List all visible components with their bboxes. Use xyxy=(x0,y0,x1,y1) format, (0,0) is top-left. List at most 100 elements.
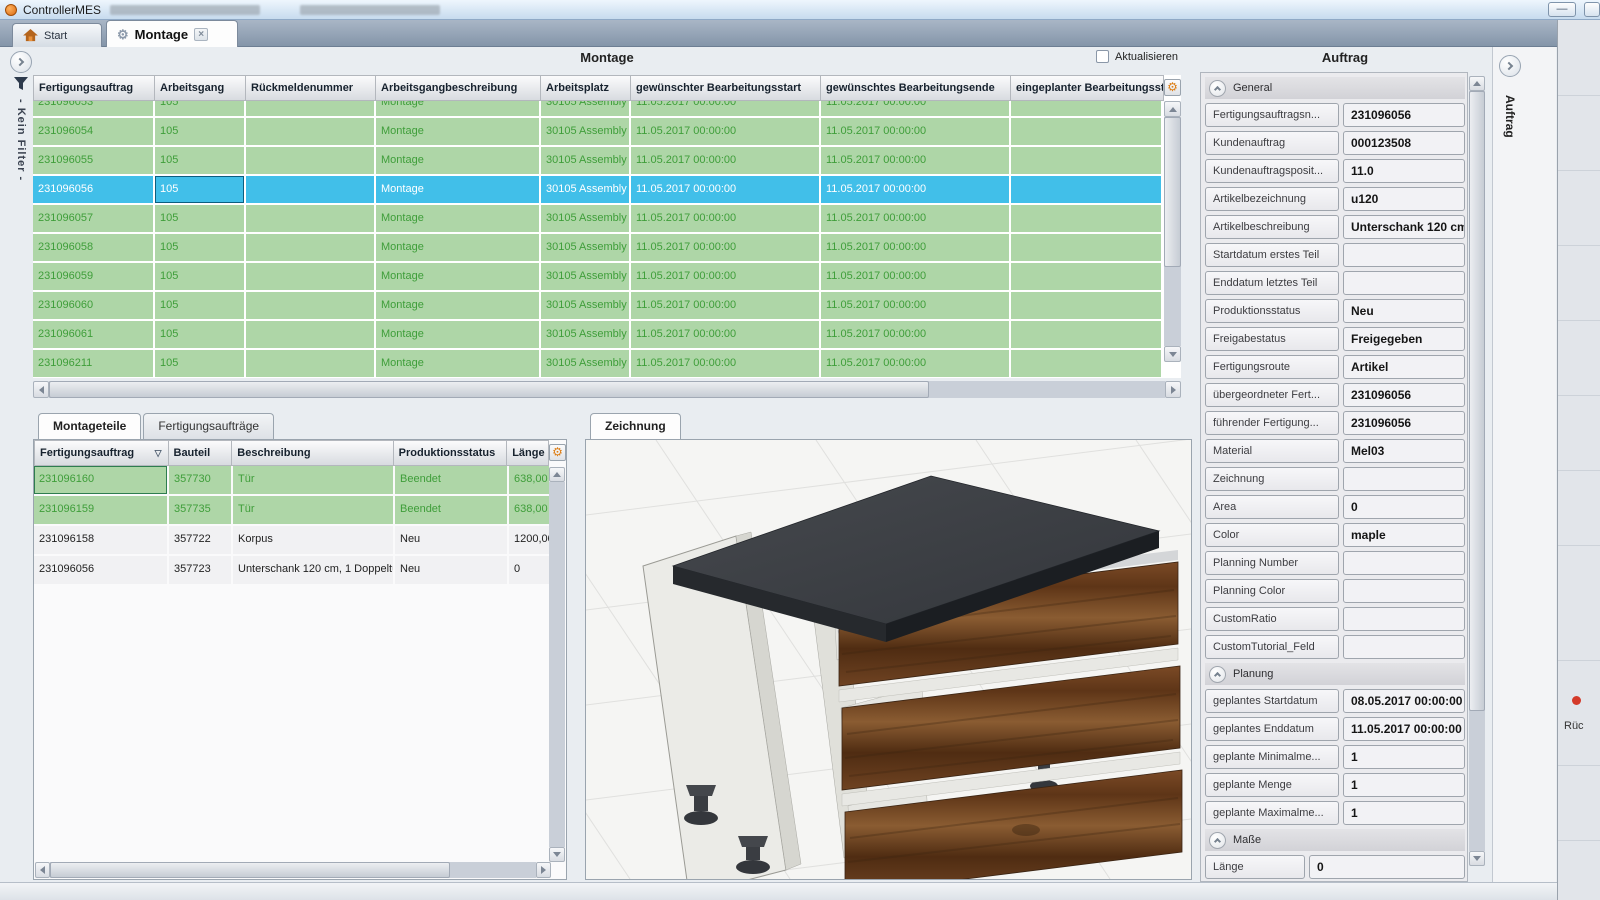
cell-fertigungsauftrag[interactable]: 231096211 xyxy=(33,350,153,377)
cell-beschreibung[interactable]: Montage xyxy=(376,118,539,145)
field-value[interactable]: 1 xyxy=(1343,745,1465,769)
cabinet-3d-drawing[interactable] xyxy=(586,440,1191,879)
cell-produktionsstatus[interactable]: Beendet xyxy=(395,466,507,494)
cell-arbeitsgang[interactable]: 105 xyxy=(155,118,244,145)
column-settings-gear-icon[interactable]: ⚙ xyxy=(1164,79,1181,96)
cell-beschreibung[interactable]: Montage xyxy=(376,101,539,116)
field-value[interactable]: 0 xyxy=(1309,855,1465,879)
field-value[interactable]: Artikel xyxy=(1343,355,1465,379)
cell-laenge[interactable]: 0 xyxy=(509,556,549,584)
table-row[interactable]: 231096056 105 Montage 30105 Assembly 11.… xyxy=(33,176,1181,203)
column-header[interactable]: Arbeitsplatz xyxy=(541,75,631,101)
filter-icon[interactable] xyxy=(13,76,29,91)
column-header[interactable]: Fertigungsauftrag xyxy=(33,75,155,101)
table-row[interactable]: 231096211 105 Montage 30105 Assembly 11.… xyxy=(33,350,1181,377)
cell-produktionsstatus[interactable]: Neu xyxy=(395,526,507,554)
field-value[interactable]: Freigegeben xyxy=(1343,327,1465,351)
cell-start[interactable]: 11.05.2017 00:00:00 xyxy=(631,263,819,290)
column-header[interactable]: Rückmeldenummer xyxy=(246,75,376,101)
cell-beschreibung[interactable]: Montage xyxy=(376,321,539,348)
table-row[interactable]: 231096160 357730 Tür Beendet 638,00 xyxy=(34,466,566,494)
cell-eingeplant[interactable] xyxy=(1011,350,1161,377)
field-value[interactable] xyxy=(1343,579,1465,603)
cell-eingeplant[interactable] xyxy=(1011,118,1161,145)
column-settings-gear-icon[interactable]: ⚙ xyxy=(549,444,566,461)
cell-rueckmeldenummer[interactable] xyxy=(246,147,374,174)
cell-bauteil[interactable]: 357722 xyxy=(169,526,231,554)
field-value[interactable]: maple xyxy=(1343,523,1465,547)
collapse-panel-button[interactable] xyxy=(10,51,32,73)
minimize-button[interactable]: — xyxy=(1548,2,1576,17)
cell-arbeitsplatz[interactable]: 30105 Assembly xyxy=(541,234,629,261)
cell-fertigungsauftrag[interactable]: 231096059 xyxy=(33,263,153,290)
cell-arbeitsplatz[interactable]: 30105 Assembly xyxy=(541,205,629,232)
scroll-up-button[interactable] xyxy=(1469,76,1485,91)
cell-beschreibung[interactable]: Montage xyxy=(376,234,539,261)
cell-laenge[interactable]: 638,00 xyxy=(509,466,549,494)
montage-horizontal-scrollbar[interactable] xyxy=(33,381,1181,398)
cell-eingeplant[interactable] xyxy=(1011,147,1161,174)
cell-rueckmeldenummer[interactable] xyxy=(246,176,374,203)
cell-rueckmeldenummer[interactable] xyxy=(246,205,374,232)
scroll-thumb[interactable] xyxy=(1164,117,1181,267)
cell-arbeitsgang[interactable]: 105 xyxy=(155,147,244,174)
field-value[interactable] xyxy=(1343,551,1465,575)
scroll-thumb[interactable] xyxy=(1469,91,1485,711)
cell-rueckmeldenummer[interactable] xyxy=(246,321,374,348)
tab-start[interactable]: Start xyxy=(12,23,102,47)
cell-arbeitsplatz[interactable]: 30105 Assembly xyxy=(541,118,629,145)
scroll-thumb[interactable] xyxy=(50,862,450,878)
cell-fertigungsauftrag[interactable]: 231096158 xyxy=(34,526,167,554)
field-value[interactable]: Neu xyxy=(1343,299,1465,323)
collapse-section-button[interactable] xyxy=(1209,666,1226,683)
cell-beschreibung[interactable]: Tür xyxy=(233,496,393,524)
cell-beschreibung[interactable]: Montage xyxy=(376,263,539,290)
field-value[interactable]: 11.05.2017 00:00:00 xyxy=(1343,717,1465,741)
cell-start[interactable]: 11.05.2017 00:00:00 xyxy=(631,176,819,203)
cell-fertigungsauftrag[interactable]: 231096060 xyxy=(33,292,153,319)
cell-start[interactable]: 11.05.2017 00:00:00 xyxy=(631,234,819,261)
collapse-section-button[interactable] xyxy=(1209,80,1226,97)
cell-arbeitsplatz[interactable]: 30105 Assembly xyxy=(541,263,629,290)
refresh-checkbox[interactable] xyxy=(1096,50,1109,63)
cell-arbeitsgang[interactable]: 105 xyxy=(155,101,244,116)
cell-ende[interactable]: 11.05.2017 00:00:00 xyxy=(821,205,1009,232)
cell-ende[interactable]: 11.05.2017 00:00:00 xyxy=(821,176,1009,203)
column-header[interactable]: eingeplanter Bearbeitungsst xyxy=(1011,75,1164,101)
cell-beschreibung[interactable]: Korpus xyxy=(233,526,393,554)
cell-fertigungsauftrag[interactable]: 231096058 xyxy=(33,234,153,261)
field-value[interactable]: 231096056 xyxy=(1343,383,1465,407)
scroll-right-button[interactable] xyxy=(1165,381,1181,398)
field-value[interactable]: 1 xyxy=(1343,773,1465,797)
cell-ende[interactable]: 11.05.2017 00:00:00 xyxy=(821,118,1009,145)
field-value[interactable]: 11.0 xyxy=(1343,159,1465,183)
cell-arbeitsgang[interactable]: 105 xyxy=(155,292,244,319)
close-tab-icon[interactable]: × xyxy=(194,28,208,41)
section-planung[interactable]: Planung xyxy=(1205,663,1465,685)
table-row[interactable]: 231096053 105 Montage 30105 Assembly 11.… xyxy=(33,101,1181,116)
cell-ende[interactable]: 11.05.2017 00:00:00 xyxy=(821,101,1009,116)
cell-rueckmeldenummer[interactable] xyxy=(246,118,374,145)
column-header[interactable]: gewünschtes Bearbeitungsende xyxy=(821,75,1011,101)
column-header[interactable]: Länge xyxy=(507,440,549,466)
table-row[interactable]: 231096054 105 Montage 30105 Assembly 11.… xyxy=(33,118,1181,145)
column-header[interactable]: Arbeitsgang xyxy=(155,75,246,101)
collapse-section-button[interactable] xyxy=(1209,832,1226,849)
cell-fertigungsauftrag[interactable]: 231096160 xyxy=(34,466,167,494)
cell-rueckmeldenummer[interactable] xyxy=(246,101,374,116)
cell-bauteil[interactable]: 357723 xyxy=(169,556,231,584)
column-header[interactable]: Arbeitsgangbeschreibung xyxy=(376,75,541,101)
tab-zeichnung[interactable]: Zeichnung xyxy=(590,413,681,439)
cell-ende[interactable]: 11.05.2017 00:00:00 xyxy=(821,292,1009,319)
tab-montageteile[interactable]: Montageteile xyxy=(38,413,141,439)
cell-beschreibung[interactable]: Tür xyxy=(233,466,393,494)
table-row[interactable]: 231096055 105 Montage 30105 Assembly 11.… xyxy=(33,147,1181,174)
cell-produktionsstatus[interactable]: Beendet xyxy=(395,496,507,524)
parts-vertical-scrollbar[interactable] xyxy=(549,467,565,862)
cell-start[interactable]: 11.05.2017 00:00:00 xyxy=(631,101,819,116)
table-row[interactable]: 231096056 357723 Unterschank 120 cm, 1 D… xyxy=(34,556,566,584)
scroll-right-button[interactable] xyxy=(536,862,551,878)
cell-eingeplant[interactable] xyxy=(1011,101,1161,116)
cell-fertigungsauftrag[interactable]: 231096159 xyxy=(34,496,167,524)
cell-beschreibung[interactable]: Montage xyxy=(376,292,539,319)
